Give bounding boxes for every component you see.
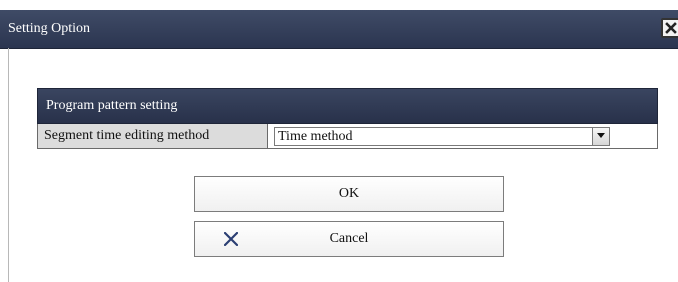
setting-option-dialog: Setting Option Program pattern setting S… xyxy=(0,0,678,282)
dropdown-button[interactable] xyxy=(592,128,609,145)
row-label-cell: Segment time editing method xyxy=(38,124,268,148)
select-value: Time method xyxy=(278,129,353,144)
panel-header-title: Program pattern setting xyxy=(46,98,178,113)
dialog-titlebar[interactable]: Setting Option xyxy=(0,10,678,49)
close-icon xyxy=(665,22,677,34)
ok-button[interactable]: OK xyxy=(194,176,504,212)
cancel-label: Cancel xyxy=(329,231,369,246)
dialog-title: Setting Option xyxy=(8,21,91,36)
chevron-down-icon xyxy=(597,133,605,138)
cancel-button[interactable]: Cancel xyxy=(194,221,504,257)
segment-time-method-label: Segment time editing method xyxy=(44,128,210,143)
x-icon xyxy=(224,232,238,246)
program-pattern-panel: Program pattern setting Segment time edi… xyxy=(37,88,658,160)
setting-row: Segment time editing method Time method xyxy=(37,124,658,149)
panel-header: Program pattern setting xyxy=(37,88,658,124)
close-button[interactable] xyxy=(661,18,678,38)
segment-time-method-select[interactable]: Time method xyxy=(274,127,610,146)
